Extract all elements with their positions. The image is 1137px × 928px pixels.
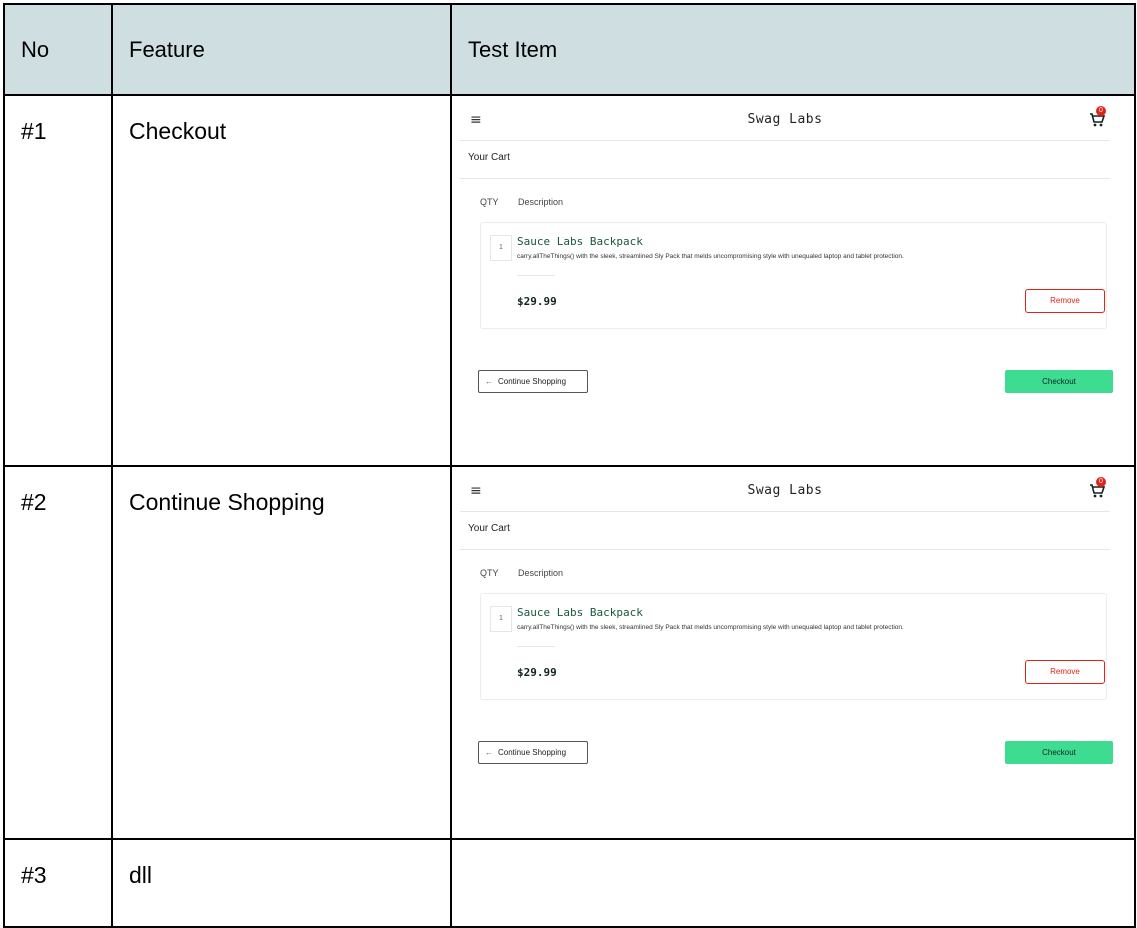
header-test-item: Test Item	[450, 3, 1136, 96]
app-header: ≡ Swag Labs 0	[460, 473, 1110, 512]
test-table: No Feature Test Item #1 Checkout ≡ Swag …	[3, 3, 1136, 928]
item-description: carry.allTheThings() with the sleek, str…	[517, 624, 904, 631]
continue-shopping-button[interactable]: ← Continue Shopping	[478, 741, 588, 764]
table-row: #3 dll	[3, 838, 1136, 928]
table-row: #1 Checkout ≡ Swag Labs 0 Your Cart QTY	[3, 94, 1136, 467]
page-title: Your Cart	[468, 152, 510, 163]
row-test-item: ≡ Swag Labs 0 Your Cart QTY Description …	[450, 94, 1136, 467]
row-feature: dll	[111, 838, 452, 928]
arrow-left-icon: ←	[485, 377, 493, 386]
item-name-link[interactable]: Sauce Labs Backpack	[517, 606, 643, 619]
item-divider	[517, 275, 555, 276]
page-subheader: Your Cart	[460, 511, 1110, 550]
cart-item: 1 Sauce Labs Backpack carry.allTheThings…	[480, 222, 1107, 329]
continue-shopping-label: Continue Shopping	[498, 748, 567, 757]
embedded-screenshot: ≡ Swag Labs 0 Your Cart QTY Description …	[460, 102, 1113, 437]
page-subheader: Your Cart	[460, 140, 1110, 179]
item-name-link[interactable]: Sauce Labs Backpack	[517, 235, 643, 248]
header-row: No Feature Test Item	[3, 3, 1136, 96]
description-column-header: Description	[518, 568, 564, 578]
app-header: ≡ Swag Labs 0	[460, 102, 1110, 141]
header-feature: Feature	[111, 3, 452, 96]
row-feature: Continue Shopping	[111, 465, 452, 840]
continue-shopping-label: Continue Shopping	[498, 377, 567, 386]
item-price: $29.99	[517, 666, 557, 679]
item-price: $29.99	[517, 295, 557, 308]
row-no: #3	[3, 838, 113, 928]
cart-item: 1 Sauce Labs Backpack carry.allTheThings…	[480, 593, 1107, 700]
item-divider	[517, 646, 555, 647]
arrow-left-icon: ←	[485, 748, 493, 757]
row-no: #2	[3, 465, 113, 840]
item-quantity: 1	[490, 606, 512, 632]
header-no: No	[3, 3, 113, 96]
cart-badge: 0	[1096, 106, 1106, 116]
remove-button[interactable]: Remove	[1025, 660, 1105, 684]
checkout-button[interactable]: Checkout	[1005, 370, 1113, 393]
checkout-button[interactable]: Checkout	[1005, 741, 1113, 764]
app-logo: Swag Labs	[747, 483, 823, 498]
continue-shopping-button[interactable]: ← Continue Shopping	[478, 370, 588, 393]
row-test-item	[450, 838, 1136, 928]
app-logo: Swag Labs	[747, 112, 823, 127]
item-description: carry.allTheThings() with the sleek, str…	[517, 253, 904, 260]
qty-column-header: QTY	[480, 197, 499, 207]
item-quantity: 1	[490, 235, 512, 261]
description-column-header: Description	[518, 197, 564, 207]
row-feature: Checkout	[111, 94, 452, 467]
embedded-screenshot: ≡ Swag Labs 0 Your Cart QTY Description …	[460, 473, 1113, 808]
table-row: #2 Continue Shopping ≡ Swag Labs 0 Your …	[3, 465, 1136, 840]
row-test-item: ≡ Swag Labs 0 Your Cart QTY Description …	[450, 465, 1136, 840]
page-title: Your Cart	[468, 523, 510, 534]
qty-column-header: QTY	[480, 568, 499, 578]
row-no: #1	[3, 94, 113, 467]
cart-badge: 0	[1096, 477, 1106, 487]
remove-button[interactable]: Remove	[1025, 289, 1105, 313]
